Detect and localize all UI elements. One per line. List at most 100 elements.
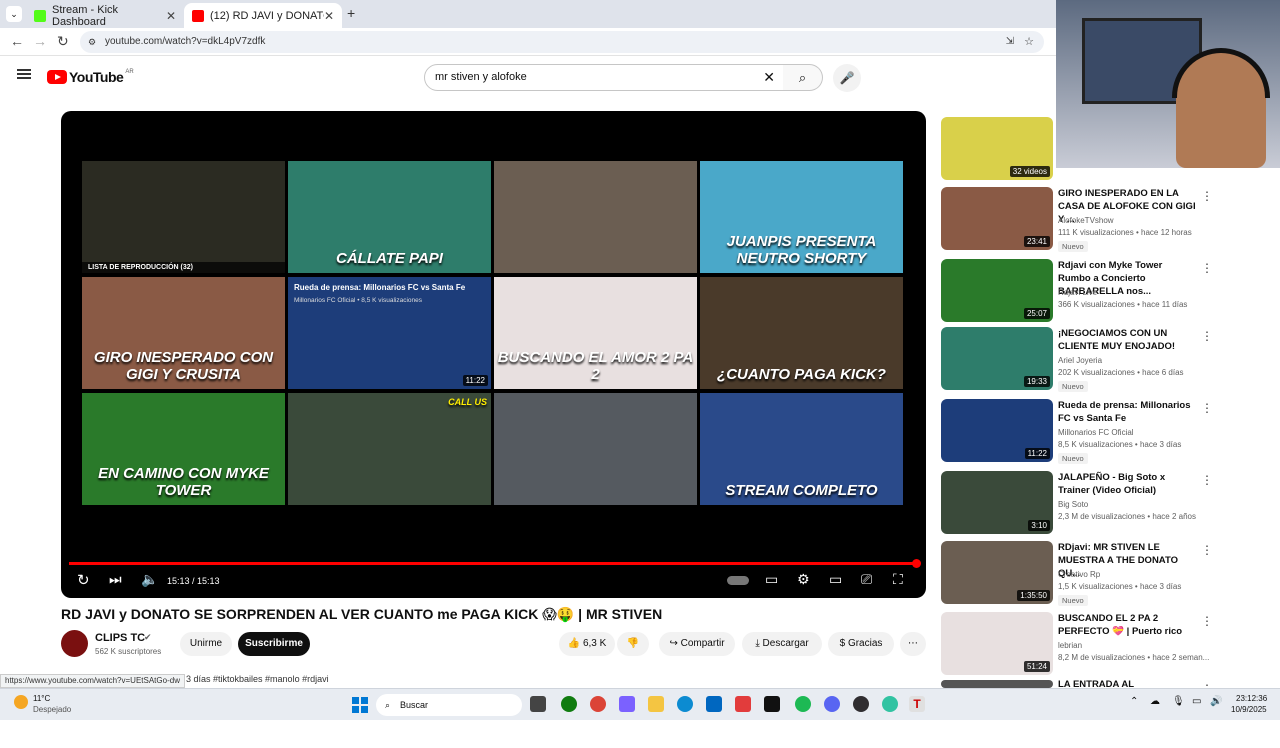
mic-tray-icon[interactable]: 🎙 xyxy=(1172,696,1185,707)
forward-icon[interactable]: → xyxy=(33,33,47,49)
endscreen-video-8[interactable]: EN CAMINO CON MYKE TOWER xyxy=(82,393,285,505)
fullscreen-icon[interactable]: ⛶ xyxy=(893,571,903,588)
more-options-icon[interactable]: ⋮ xyxy=(1201,261,1213,275)
related-video-item[interactable]: 51:24 BUSCANDO EL 2 PA 2 PERFECTO 💝 | Pue… xyxy=(941,612,1213,680)
related-video-thumbnail[interactable]: 51:24 xyxy=(941,612,1053,675)
related-video-thumbnail[interactable]: 3:10 xyxy=(941,471,1053,534)
search-input[interactable]: mr stiven y alofoke ✕ xyxy=(424,64,784,91)
related-video-thumbnail[interactable]: 23:41 xyxy=(941,187,1053,250)
endscreen-video-3[interactable]: JUANPIS PRESENTA NEUTRO SHORTY xyxy=(700,161,903,273)
discord-icon[interactable] xyxy=(824,696,840,712)
related-video-channel[interactable]: Ariel Joyeria xyxy=(1058,356,1102,365)
settings-gear-icon[interactable]: ⚙ xyxy=(797,571,810,588)
related-video-item[interactable]: 11:22 Rueda de prensa: Millonarios FC vs … xyxy=(941,399,1213,467)
store-icon[interactable] xyxy=(706,696,722,712)
subscribe-button[interactable]: Suscribirme xyxy=(238,632,310,656)
network-icon[interactable]: ☁ xyxy=(1150,696,1160,707)
volume-icon[interactable]: 🔈 xyxy=(141,571,158,588)
chrome-icon[interactable] xyxy=(590,696,606,712)
youtube-logo[interactable]: YouTube AR xyxy=(47,69,134,85)
next-icon[interactable]: ⏭ xyxy=(109,571,122,588)
xbox-icon[interactable] xyxy=(561,696,577,712)
tab-kick-dashboard[interactable]: Stream - Kick Dashboard ✕ xyxy=(26,3,184,28)
endscreen-video-9[interactable]: CALL US xyxy=(288,393,491,505)
autoplay-toggle[interactable] xyxy=(727,576,749,585)
channel-avatar[interactable] xyxy=(61,630,88,657)
tab-search-icon[interactable]: ⌄ xyxy=(6,6,22,22)
description-preview[interactable]: 3 días #tiktokbailes #manolo #rdjavi xyxy=(186,674,329,684)
menu-icon[interactable] xyxy=(17,69,31,79)
display-icon[interactable]: ▭ xyxy=(1192,696,1201,707)
capcut-icon[interactable] xyxy=(764,696,780,712)
theater-mode-icon[interactable]: ▭ xyxy=(829,571,842,588)
volume-tray-icon[interactable]: 🔊 xyxy=(1210,696,1222,707)
cast-icon[interactable]: ⎚ xyxy=(861,571,872,588)
related-video-thumbnail[interactable] xyxy=(941,680,1053,688)
related-video-channel[interactable]: Millonarios FC Oficial xyxy=(1058,428,1134,437)
tab-youtube-video[interactable]: (12) RD JAVI y DONATO SE SOR ✕ xyxy=(184,3,342,28)
video-player[interactable]: LISTA DE REPRODUCCIÓN (32) CÁLLATE PAPI JU… xyxy=(61,111,926,598)
related-video-thumbnail[interactable]: 11:22 xyxy=(941,399,1053,462)
related-video-channel[interactable]: AlofokeTVshow xyxy=(1058,216,1114,225)
related-video-item[interactable]: 3:10 JALAPEÑO - Big Soto x Trainer (Video… xyxy=(941,471,1213,539)
related-video-item[interactable]: 19:33 ¡NEGOCIAMOS CON UN CLIENTE MUY ENOJ… xyxy=(941,327,1213,395)
clock-time[interactable]: 23:12:36 xyxy=(1236,694,1267,703)
related-video-item[interactable]: 1:35:50 RDjavi: MR STIVEN LE MUESTRA A TH… xyxy=(941,541,1213,609)
related-video-title[interactable]: JALAPEÑO - Big Soto x Trainer (Video Ofi… xyxy=(1058,471,1196,497)
more-options-icon[interactable]: ⋮ xyxy=(1201,543,1213,557)
replay-icon[interactable]: ↻ xyxy=(77,571,90,589)
related-video-thumbnail[interactable]: 32 videos xyxy=(941,117,1053,180)
related-video-channel[interactable]: lebrian xyxy=(1058,641,1082,650)
back-icon[interactable]: ← xyxy=(10,33,24,49)
endscreen-video-2[interactable] xyxy=(494,161,697,273)
spotify-icon[interactable] xyxy=(795,696,811,712)
more-options-icon[interactable]: ⋮ xyxy=(1201,614,1213,628)
subtitles-icon[interactable]: ▭ xyxy=(765,571,778,588)
related-video-channel[interactable]: Big Soto xyxy=(1058,500,1088,509)
app-icon[interactable] xyxy=(735,696,751,712)
related-video-title[interactable]: BUSCANDO EL 2 PA 2 PERFECTO 💝 | Puerto r… xyxy=(1058,612,1196,638)
endscreen-video-5[interactable]: Rueda de prensa: Millonarios FC vs Santa… xyxy=(288,277,491,389)
related-video-title[interactable]: ¡NEGOCIAMOS CON UN CLIENTE MUY ENOJADO! xyxy=(1058,327,1196,353)
reload-icon[interactable]: ↻ xyxy=(57,33,69,50)
weather-icon[interactable] xyxy=(14,695,28,709)
taskbar-search[interactable]: ⌕ Buscar xyxy=(376,694,522,716)
related-video-channel[interactable]: Creativo Rp xyxy=(1058,570,1100,579)
new-tab-icon[interactable]: + xyxy=(347,5,355,21)
obs-icon[interactable] xyxy=(853,696,869,712)
more-options-icon[interactable]: ⋮ xyxy=(1201,189,1213,203)
scrubber-handle[interactable] xyxy=(912,559,921,568)
related-video-item[interactable]: 25:07 Rdjavi con Myke Tower Rumbo a Conci… xyxy=(941,259,1213,327)
download-button[interactable]: ⤓ Descargar xyxy=(742,632,822,656)
related-video-channel[interactable]: Rdjavi Live xyxy=(1058,288,1097,297)
task-view-icon[interactable] xyxy=(530,696,546,712)
endscreen-video-10[interactable] xyxy=(494,393,697,505)
file-explorer-icon[interactable] xyxy=(648,696,664,712)
related-video-thumbnail[interactable]: 25:07 xyxy=(941,259,1053,322)
typora-icon[interactable]: T xyxy=(909,696,925,712)
endscreen-video-1[interactable]: CÁLLATE PAPI xyxy=(288,161,491,273)
edge-icon[interactable] xyxy=(677,696,693,712)
streamlabs-icon[interactable] xyxy=(882,696,898,712)
join-button[interactable]: Unirme xyxy=(180,632,232,656)
endscreen-video-4[interactable]: GIRO INESPERADO CON GIGI Y CRUSITA xyxy=(82,277,285,389)
more-actions-button[interactable]: ⋯ xyxy=(900,632,926,656)
channel-name[interactable]: CLIPS TC xyxy=(95,632,145,644)
more-options-icon[interactable]: ⋮ xyxy=(1201,473,1213,487)
related-video-item[interactable]: 23:41 GIRO INESPERADO EN LA CASA DE ALOFO… xyxy=(941,187,1213,255)
related-video-thumbnail[interactable]: 1:35:50 xyxy=(941,541,1053,604)
like-button[interactable]: 👍 6,3 K xyxy=(559,632,615,656)
url-field[interactable]: ⚙ youtube.com/watch?v=dkL4pV7zdfk ⇲ ☆ xyxy=(80,31,1044,53)
voice-search-icon[interactable]: 🎤 xyxy=(833,64,861,92)
endscreen-video-0[interactable]: LISTA DE REPRODUCCIÓN (32) xyxy=(82,161,285,273)
clear-search-icon[interactable]: ✕ xyxy=(763,65,775,90)
close-tab-icon[interactable]: ✕ xyxy=(324,9,334,23)
share-button[interactable]: ↪ Compartir xyxy=(659,632,735,656)
close-tab-icon[interactable]: ✕ xyxy=(166,9,176,23)
site-info-icon[interactable]: ⚙ xyxy=(88,31,96,53)
endscreen-video-11[interactable]: STREAM COMPLETO xyxy=(700,393,903,505)
dislike-button[interactable]: 👎 xyxy=(617,632,649,656)
bookmark-star-icon[interactable]: ☆ xyxy=(1024,31,1034,53)
endscreen-video-7[interactable]: ¿CUANTO PAGA KICK? xyxy=(700,277,903,389)
thanks-button[interactable]: $ Gracias xyxy=(828,632,894,656)
